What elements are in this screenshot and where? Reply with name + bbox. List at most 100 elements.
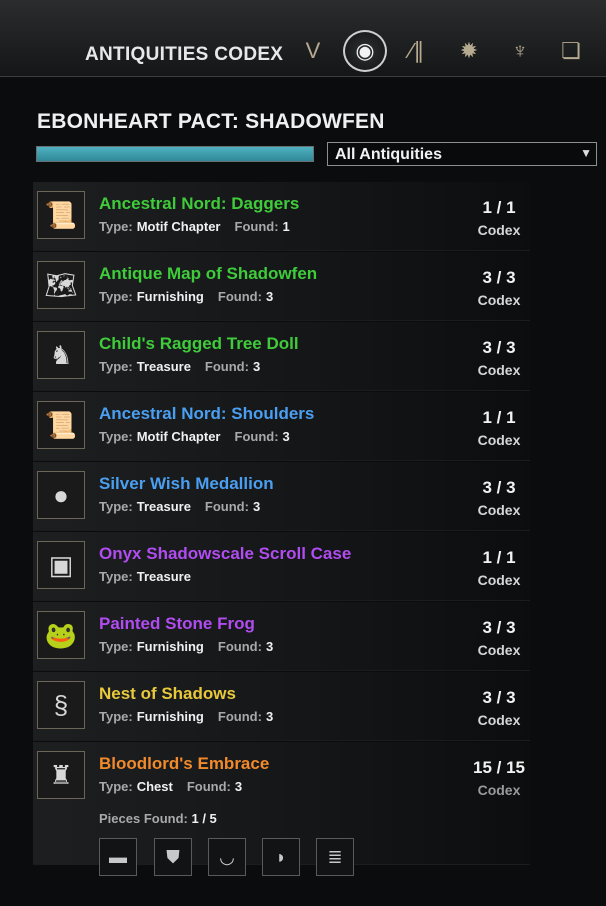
antiquity-row[interactable]: § Nest of Shadows Type: Furnishing Found: 3 3 …	[33, 672, 530, 741]
pauldron-icon[interactable]: ◗	[262, 838, 300, 876]
type-label: Type:	[99, 499, 133, 514]
codex-label[interactable]: Codex	[453, 642, 545, 658]
scroll-icon: 📜	[37, 191, 85, 239]
codex-count: 3 / 3	[482, 338, 516, 357]
antiquity-meta: Type: Furnishing Found: 3	[99, 639, 273, 654]
medallion-icon: ●	[37, 471, 85, 519]
type-value: Motif Chapter	[136, 219, 221, 234]
antiquity-name: Painted Stone Frog	[99, 614, 255, 633]
antiquity-name: Ancestral Nord: Shoulders	[99, 404, 315, 423]
antiquity-row[interactable]: 📜 Ancestral Nord: Daggers Type: Motif Chapt…	[33, 182, 530, 251]
type-label: Type:	[99, 289, 133, 304]
found-value: 1	[282, 219, 290, 234]
found-value: 3	[265, 289, 274, 304]
leads-icon[interactable]: V	[296, 34, 330, 68]
found-label: Found:	[186, 779, 231, 794]
codex-label[interactable]: Codex	[453, 572, 545, 588]
antiquity-row[interactable]: ● Silver Wish Medallion Type: Treasure Found…	[33, 462, 530, 531]
type-label: Type:	[99, 569, 133, 584]
antiquity-meta: Type: Chest Found: 3	[99, 779, 242, 794]
antiquity-row[interactable]: 🗺 Antique Map of Shadowfen Type: Furnishing…	[33, 252, 530, 321]
serpent-icon: §	[37, 681, 85, 729]
antiquity-row[interactable]: ♞ Child's Ragged Tree Doll Type: Treasure Fo…	[33, 322, 530, 391]
frog-icon: 🐸	[37, 611, 85, 659]
found-label: Found:	[204, 359, 249, 374]
type-value: Treasure	[136, 569, 191, 584]
found-label: Found:	[234, 219, 279, 234]
scroll-icon: 📜	[37, 401, 85, 449]
found-value: 3	[234, 779, 243, 794]
codex-label[interactable]: Codex	[453, 292, 545, 308]
antiquity-meta: Type: Motif Chapter Found: 1	[99, 219, 290, 234]
antiquity-name: Bloodlord's Embrace	[99, 754, 270, 773]
library-books-icon[interactable]: ∕∥	[400, 34, 434, 68]
codex-label[interactable]: Codex	[453, 782, 545, 798]
antiquity-name: Child's Ragged Tree Doll	[99, 334, 299, 353]
found-value: 3	[265, 639, 274, 654]
type-label: Type:	[99, 639, 133, 654]
armor-stack-icon[interactable]: ≣	[316, 838, 354, 876]
armor-chest-icon: ♜	[37, 751, 85, 799]
compass-star-icon[interactable]: ✹	[452, 34, 486, 68]
type-label: Type:	[99, 219, 133, 234]
trophy-icon[interactable]: ♆	[503, 34, 537, 68]
codex-count: 3 / 3	[482, 688, 516, 707]
type-value: Treasure	[136, 499, 191, 514]
belt-icon[interactable]: ▬	[99, 838, 137, 876]
antiquity-row[interactable]: 🐸 Painted Stone Frog Type: Furnishing Found:…	[33, 602, 530, 671]
chevron-down-icon[interactable]: ▼	[580, 146, 592, 160]
zone-progress-fill	[37, 147, 313, 161]
antiquity-meta: Type: Furnishing Found: 3	[99, 709, 273, 724]
found-value: 3	[252, 499, 261, 514]
zone-progress-bar	[36, 146, 314, 162]
type-value: Furnishing	[136, 709, 204, 724]
page-title: ANTIQUITIES CODEX	[85, 44, 284, 65]
found-label: Found:	[217, 709, 262, 724]
map-icon: 🗺	[37, 261, 85, 309]
open-book-icon[interactable]: ❏	[554, 34, 588, 68]
pieces-found-label: Pieces Found: 1 / 5	[99, 811, 217, 826]
found-value: 3	[252, 359, 261, 374]
antiquity-name: Silver Wish Medallion	[99, 474, 274, 493]
antiquity-row[interactable]: ▣ Onyx Shadowscale Scroll Case Type: Treasu…	[33, 532, 530, 601]
antiquity-name: Antique Map of Shadowfen	[99, 264, 318, 283]
antiquity-meta: Type: Furnishing Found: 3	[99, 289, 273, 304]
type-value: Chest	[136, 779, 173, 794]
chest-box-icon: ▣	[37, 541, 85, 589]
type-value: Furnishing	[136, 289, 204, 304]
found-label: Found:	[234, 429, 279, 444]
vest-icon[interactable]: ⛊	[154, 838, 192, 876]
codex-count: 1 / 1	[482, 548, 516, 567]
codex-count: 1 / 1	[482, 198, 516, 217]
codex-label[interactable]: Codex	[453, 432, 545, 448]
codex-count: 15 / 15	[473, 758, 525, 777]
codex-label[interactable]: Codex	[453, 362, 545, 378]
found-label: Found:	[204, 499, 249, 514]
type-value: Treasure	[136, 359, 191, 374]
antiquity-meta: Type: Motif Chapter Found: 3	[99, 429, 290, 444]
codex-count: 3 / 3	[482, 618, 516, 637]
codex-header: ANTIQUITIES CODEX V ◉ ∕∥ ✹ ♆ ❏	[0, 0, 606, 77]
codex-label[interactable]: Codex	[453, 502, 545, 518]
antiquity-name: Onyx Shadowscale Scroll Case	[99, 544, 352, 563]
found-label: Found:	[217, 289, 262, 304]
antiquity-row[interactable]: 📜 Ancestral Nord: Shoulders Type: Motif Cha…	[33, 392, 530, 461]
antiquity-name: Ancestral Nord: Daggers	[99, 194, 300, 213]
codex-eye-icon[interactable]: ◉	[343, 30, 387, 72]
type-label: Type:	[99, 709, 133, 724]
found-value: 3	[265, 709, 274, 724]
codex-label[interactable]: Codex	[453, 712, 545, 728]
codex-label[interactable]: Codex	[453, 222, 545, 238]
antiquity-filter-dropdown[interactable]: All Antiquities ▼	[327, 142, 597, 166]
type-label: Type:	[99, 429, 133, 444]
antiquity-meta: Type: Treasure Found: 3	[99, 499, 260, 514]
found-value: 3	[282, 429, 290, 444]
zone-title: EBONHEART PACT: SHADOWFEN	[37, 110, 385, 133]
codex-count: 1 / 1	[482, 408, 516, 427]
pieces-found-value: 1 / 5	[191, 811, 217, 826]
antiquity-name: Nest of Shadows	[99, 684, 236, 703]
codex-count: 3 / 3	[482, 268, 516, 287]
necklace-icon[interactable]: ◡	[208, 838, 246, 876]
type-label: Type:	[99, 779, 133, 794]
found-label: Found:	[217, 639, 262, 654]
